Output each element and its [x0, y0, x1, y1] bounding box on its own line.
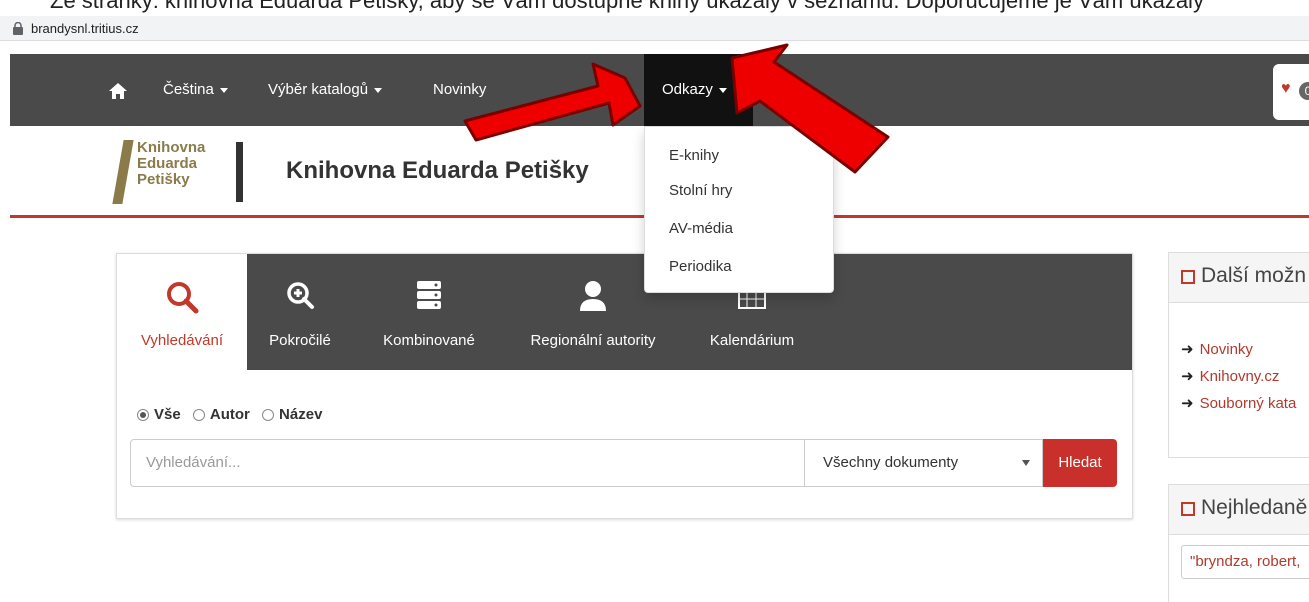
link-label: Knihovny.cz [1199, 368, 1280, 385]
radio-label: Autor [209, 406, 250, 423]
logo-mark-left [112, 140, 134, 204]
nav-language-label: Čeština [163, 81, 214, 98]
favorites-count: 0 [1299, 82, 1309, 100]
lock-icon [13, 22, 23, 35]
tab-label: Vyhledávání [140, 332, 223, 349]
radio-dot [262, 408, 275, 421]
caret-down-icon [374, 87, 383, 93]
nav-news-menu[interactable]: Novinky [433, 54, 486, 126]
link-label: Souborný kata [1199, 395, 1297, 412]
site-title: Knihovna Eduarda Petišky [286, 157, 589, 184]
radio-label: Vše [154, 406, 181, 423]
nav-catalog-menu[interactable]: Výběr katalogů [268, 54, 383, 126]
library-logo[interactable]: Knihovna Eduarda Petišky [137, 140, 205, 188]
logo-mark-right [236, 142, 243, 202]
instruction-strip: Ze stránky: knihovna Eduarda Petišky, ab… [0, 0, 1309, 16]
share-arrow-icon: ➜ [1181, 395, 1194, 412]
tab-label: Kalendárium [709, 332, 795, 349]
heart-icon: ♥ [1281, 80, 1291, 97]
nav-language-menu[interactable]: Čeština [163, 54, 228, 126]
sidebar-header: Další možn [1169, 253, 1309, 303]
dropdown-item-periodicals[interactable]: Periodika [669, 258, 732, 275]
links-dropdown-menu: E-knihy Stolní hry AV-média Periodika [644, 126, 834, 293]
radio-dot [137, 408, 149, 421]
search-panel: Vyhledávání Pokročilé Kombinované Region… [116, 253, 1133, 519]
share-arrow-icon: ➜ [1181, 341, 1194, 358]
radio-label: Název [279, 406, 323, 423]
search-icon [167, 282, 199, 314]
sidebar-most-searched: Nejhledaně "bryndza, robert, [1168, 484, 1309, 602]
search-button[interactable]: Hledat [1043, 439, 1117, 487]
radio-author[interactable]: Autor [192, 406, 250, 423]
tab-label: Kombinované [383, 332, 475, 349]
server-icon [417, 281, 441, 309]
browser-url-bar[interactable]: brandysnl.tritius.cz [0, 16, 1309, 41]
instruction-text: Ze stránky: knihovna Eduarda Petišky, ab… [50, 0, 1204, 13]
tab-basic-search[interactable]: Vyhledávání [117, 254, 247, 370]
dropdown-item-board-games[interactable]: Stolní hry [669, 182, 732, 199]
nav-catalog-label: Výběr katalogů [268, 81, 369, 98]
tab-combined[interactable]: Kombinované [367, 254, 491, 370]
home-icon [109, 83, 127, 99]
search-scope-radios: Vše Autor Název [137, 406, 330, 425]
document-type-select[interactable]: Všechny dokumenty [805, 439, 1043, 487]
tab-label: Pokročilé [269, 332, 331, 349]
person-icon [580, 281, 606, 311]
radio-title[interactable]: Název [262, 406, 322, 423]
url-text: brandysnl.tritius.cz [31, 21, 139, 36]
share-arrow-icon: ➜ [1181, 368, 1194, 385]
radio-dot [192, 408, 205, 421]
logo-line: Petišky [137, 171, 190, 188]
sidebar-link-knihovny[interactable]: ➜ Knihovny.cz [1181, 367, 1279, 385]
sidebar-link-catalog[interactable]: ➜ Souborný kata [1181, 394, 1296, 412]
link-label: Novinky [1199, 341, 1253, 358]
tab-advanced[interactable]: Pokročilé [247, 254, 353, 370]
box-icon [1181, 270, 1195, 284]
home-button[interactable] [108, 54, 136, 126]
dropdown-item-av-media[interactable]: AV-média [669, 220, 733, 237]
radio-all[interactable]: Vše [137, 406, 181, 423]
search-tabs: Vyhledávání Pokročilé Kombinované Region… [117, 254, 1132, 370]
box-icon [1181, 502, 1195, 516]
caret-down-icon [219, 87, 228, 93]
nav-hidden-menu[interactable] [618, 54, 632, 126]
sidebar-link-novinky[interactable]: ➜ Novinky [1181, 340, 1253, 358]
caret-down-icon [624, 87, 632, 93]
logo-line: Knihovna [137, 139, 206, 156]
select-arrow-icon [1022, 460, 1030, 466]
dropdown-item-ebooks[interactable]: E-knihy [669, 147, 719, 164]
sidebar-more-options: Další možn ➜ Novinky ➜ Knihovny.cz ➜ Soubor… [1168, 252, 1309, 458]
tab-label: Regionální autority [530, 332, 656, 349]
favorites-button[interactable]: ♥ 0 [1273, 64, 1309, 120]
nav-news-label: Novinky [433, 81, 487, 98]
popular-search-chip[interactable]: "bryndza, robert, [1181, 545, 1309, 579]
main-navbar: Čeština Výběr katalogů Novinky Odkazy ♥ … [10, 54, 1309, 126]
search-input[interactable]: Vyhledávání... [130, 439, 805, 487]
zoom-in-icon [287, 282, 314, 309]
nav-links-menu[interactable]: Odkazy [644, 54, 753, 126]
sidebar-title: Další možn [1201, 264, 1307, 287]
nav-links-label: Odkazy [662, 81, 713, 98]
sidebar-header: Nejhledaně [1169, 485, 1309, 535]
select-value: Všechny dokumenty [823, 454, 959, 471]
caret-down-icon [718, 87, 727, 93]
sidebar-title: Nejhledaně [1201, 496, 1308, 519]
logo-line: Eduarda [137, 155, 198, 172]
